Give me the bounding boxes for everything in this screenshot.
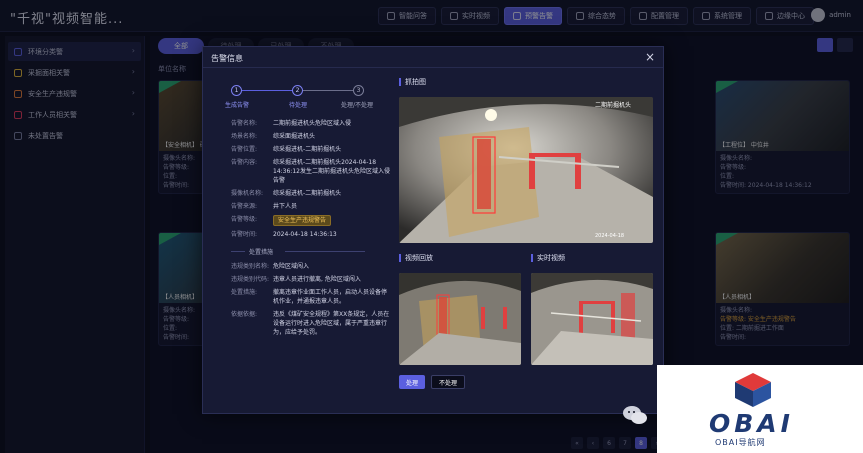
progress-steps: 1 2 3 生成告警 待处理 处理/不处理 — [225, 85, 391, 115]
step-label: 处理/不处理 — [341, 102, 374, 109]
brand-name: OBAI — [709, 409, 794, 438]
info-row: 违规类别代码: 违章人员进行撤离, 危险区域闯入 — [231, 276, 361, 283]
info-row: 依据依据: 违反《煤矿安全规程》第XX条规定，人员在设备运行时进入危险区域，属于严… — [231, 311, 390, 336]
info-row: 摄像机名称: 综采掘进机-二期前掘机头 — [231, 190, 342, 197]
wechat-icon — [623, 406, 647, 424]
live-video-title: 实时视频 — [531, 253, 565, 263]
alarm-info: 告警名称: 二期前掘进机头危险区域入侵 场景名称: 综采面掘进机头 告警位置: 综采掘… — [231, 119, 391, 341]
modal-title: 告警信息 — [211, 54, 243, 63]
info-row: 告警内容: 综采掘进机-二期前掘机头2024-04-18 14:36:12发生二期… — [231, 159, 390, 184]
ignore-button[interactable]: 不处理 — [431, 375, 466, 389]
mine-tunnel-image: 二期前掘机头 2024-04-18 — [399, 97, 653, 243]
info-row: 告警时间: 2024-04-18 14:36:13 — [231, 231, 337, 238]
close-icon[interactable]: × — [645, 50, 655, 64]
alarm-level-badge: 安全生产违规警告 — [273, 215, 332, 226]
snapshot-image[interactable]: 二期前掘机头 2024-04-18 — [399, 97, 653, 243]
info-row: 告警名称: 二期前掘进机头危险区域入侵 — [231, 120, 352, 127]
camera-timestamp: 2024-04-18 — [595, 233, 624, 239]
cube-logo-icon — [735, 373, 771, 407]
info-row: 告警位置: 综采掘进机-二期前掘机头 — [231, 146, 342, 153]
modal-actions: 处理 不处理 — [399, 375, 466, 389]
step-label: 待处理 — [289, 102, 308, 109]
info-row: 场景名称: 综采面掘进机头 — [231, 133, 316, 140]
video-playback-title: 视频回放 — [399, 253, 433, 263]
info-row: 违规类别名称: 危险区域闯入 — [231, 263, 310, 270]
playback-frame — [399, 273, 521, 365]
brand-watermark: OBAI OBAI导航网 — [657, 365, 863, 453]
step-2: 2 — [292, 85, 303, 96]
info-row: 告警来源: 井下人员 — [231, 203, 298, 210]
process-button[interactable]: 处理 — [399, 375, 426, 389]
step-3: 3 — [353, 85, 364, 96]
camera-stamp: 二期前掘机头 — [595, 101, 631, 109]
info-row: 告警等级: 安全生产违规警告 — [231, 215, 391, 226]
snapshot-title: 抓拍图 — [399, 77, 657, 87]
section-title: 处置措施 — [231, 247, 391, 256]
live-frame — [531, 273, 653, 365]
step-1: 1 — [231, 85, 242, 96]
step-label: 生成告警 — [225, 102, 250, 109]
info-row: 处置措施: 撤离违章作业面工作人员，启动人员设备停机作业，并通报违章人员。 — [231, 289, 388, 305]
alarm-detail-modal: 告警信息 × 1 2 3 生成告警 待处理 处理/不处理 告警名称: 二期前掘进机… — [202, 46, 664, 414]
brand-subtitle: OBAI导航网 — [715, 438, 766, 447]
live-video-player[interactable] — [531, 273, 653, 365]
video-playback-player[interactable] — [399, 273, 521, 365]
media-panel: 抓拍图 — [399, 77, 657, 87]
